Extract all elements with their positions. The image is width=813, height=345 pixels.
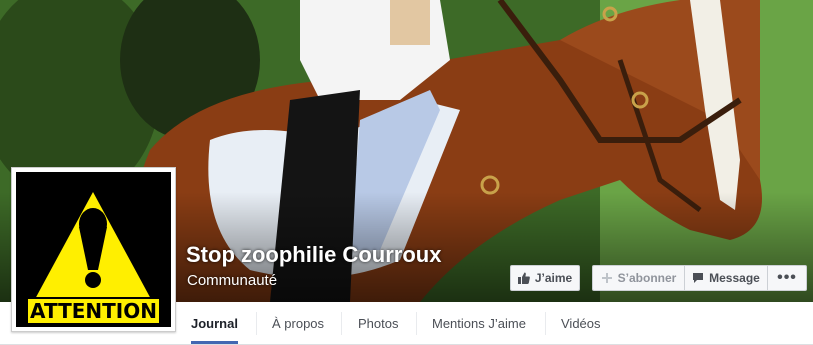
tab-label: Journal: [191, 316, 238, 331]
profile-picture[interactable]: ATTENTION: [11, 167, 176, 332]
plus-icon: [601, 273, 612, 283]
like-button[interactable]: J’aime: [510, 265, 580, 291]
tab-photos[interactable]: Photos: [358, 302, 398, 345]
message-button-label: Message: [709, 271, 760, 285]
tab-label: Photos: [358, 316, 399, 331]
tab-divider: [341, 312, 342, 335]
more-options-icon: •••: [777, 269, 797, 286]
attention-badge: ATTENTION: [26, 297, 161, 325]
message-button[interactable]: Message: [684, 265, 768, 291]
chat-bubble-icon: [693, 273, 704, 283]
tab-label: Vidéos: [561, 316, 601, 331]
page-title[interactable]: Stop zoophilie Courroux: [186, 242, 441, 268]
subscribe-button[interactable]: S’abonner: [592, 265, 684, 291]
like-button-label: J’aime: [534, 271, 573, 285]
subscribe-button-label: S’abonner: [617, 271, 677, 285]
more-options-button[interactable]: •••: [768, 265, 807, 291]
tab-journal[interactable]: Journal: [191, 302, 238, 345]
tab-divider: [545, 312, 546, 335]
facebook-page-header: Stop zoophilie Courroux Communauté J’aim…: [0, 0, 813, 345]
tab-mentions-jaime[interactable]: Mentions J’aime: [432, 302, 526, 345]
warning-sign-image: ATTENTION: [16, 172, 171, 327]
tab-label: Mentions J’aime: [432, 316, 526, 331]
tab-videos[interactable]: Vidéos: [561, 302, 601, 345]
tab-a-propos[interactable]: À propos: [272, 302, 324, 345]
tab-label: À propos: [272, 316, 325, 331]
thumbs-up-icon: [517, 272, 530, 284]
tab-divider: [416, 312, 417, 335]
tab-divider: [256, 312, 257, 335]
page-category[interactable]: Communauté: [187, 272, 277, 289]
